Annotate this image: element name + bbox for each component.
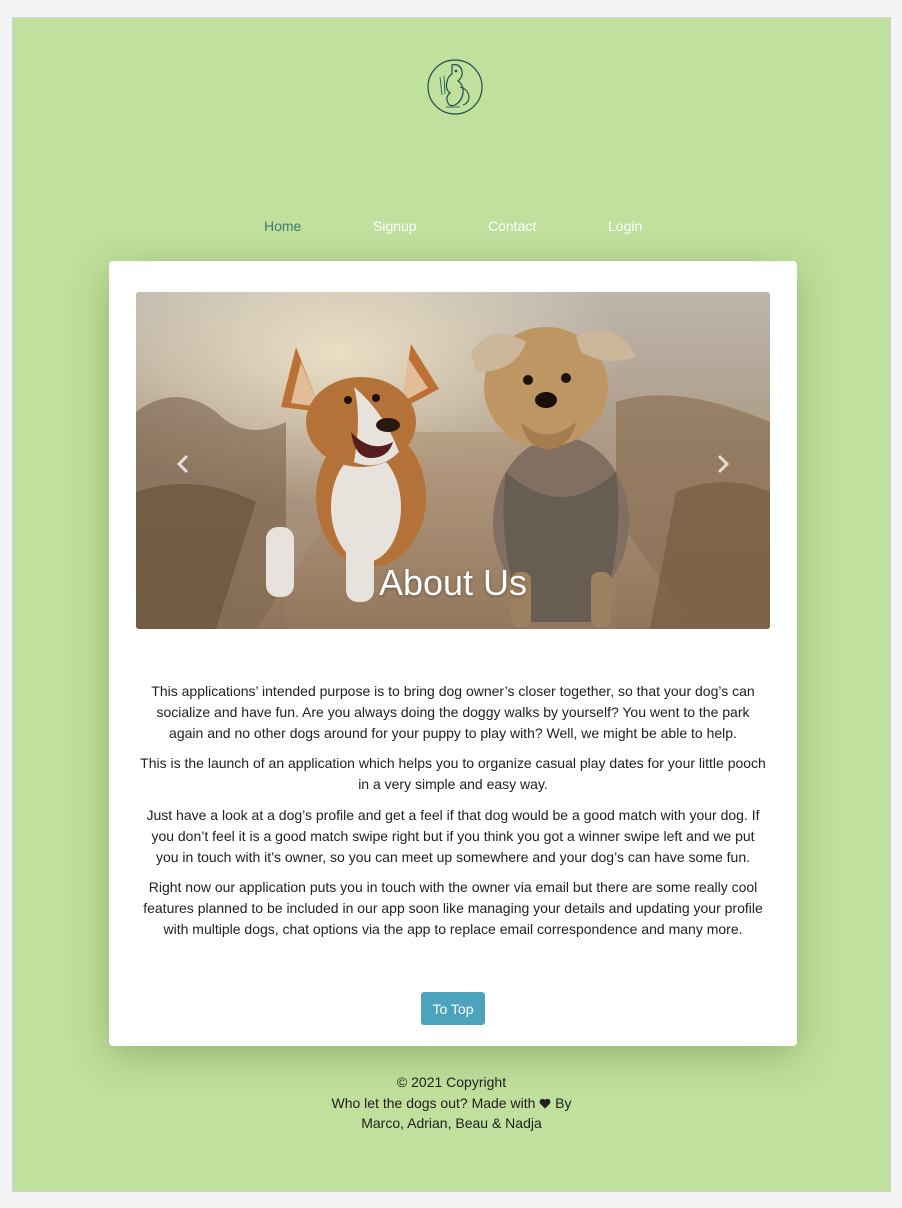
chevron-right-icon[interactable] <box>703 444 743 484</box>
to-top-button[interactable]: To Top <box>421 992 485 1025</box>
authors-text: Marco, Adrian, Beau & Nadja <box>361 1115 542 1131</box>
nav-signup-link[interactable]: Signup <box>373 218 417 234</box>
made-with-line: Who let the dogs out? Made with By <box>13 1093 890 1114</box>
main-nav: Home Signup Contact Login <box>13 218 890 240</box>
about-paragraph: This applications’ intended purpose is t… <box>151 683 755 741</box>
nav-contact-link[interactable]: Contact <box>488 218 536 234</box>
about-card: About Us This applications’ intended pur… <box>109 261 797 1046</box>
heart-icon <box>539 1098 551 1108</box>
about-paragraph: Just have a look at a dog’s profile and … <box>146 806 760 865</box>
about-paragraph: Right now our application puts you in to… <box>143 879 763 937</box>
made-with-suffix: By <box>555 1094 572 1111</box>
dog-logo-icon[interactable] <box>426 57 484 117</box>
footer: © 2021 Copyright Who let the dogs out? M… <box>13 1072 890 1134</box>
nav-home-link[interactable]: Home <box>264 218 301 234</box>
made-with-prefix: Who let the dogs out? Made with <box>331 1094 536 1111</box>
chevron-left-icon[interactable] <box>163 444 203 484</box>
about-text: This applications’ intended purpose is t… <box>139 681 767 950</box>
about-paragraph: This is the launch of an application whi… <box>140 755 766 793</box>
page: Home Signup Contact Login About Us This … <box>12 17 891 1192</box>
image-carousel[interactable]: About Us <box>136 292 770 629</box>
carousel-caption: About Us <box>378 562 528 603</box>
nav-login-link[interactable]: Login <box>608 218 642 234</box>
copyright-text: © 2021 Copyright <box>396 1074 507 1090</box>
